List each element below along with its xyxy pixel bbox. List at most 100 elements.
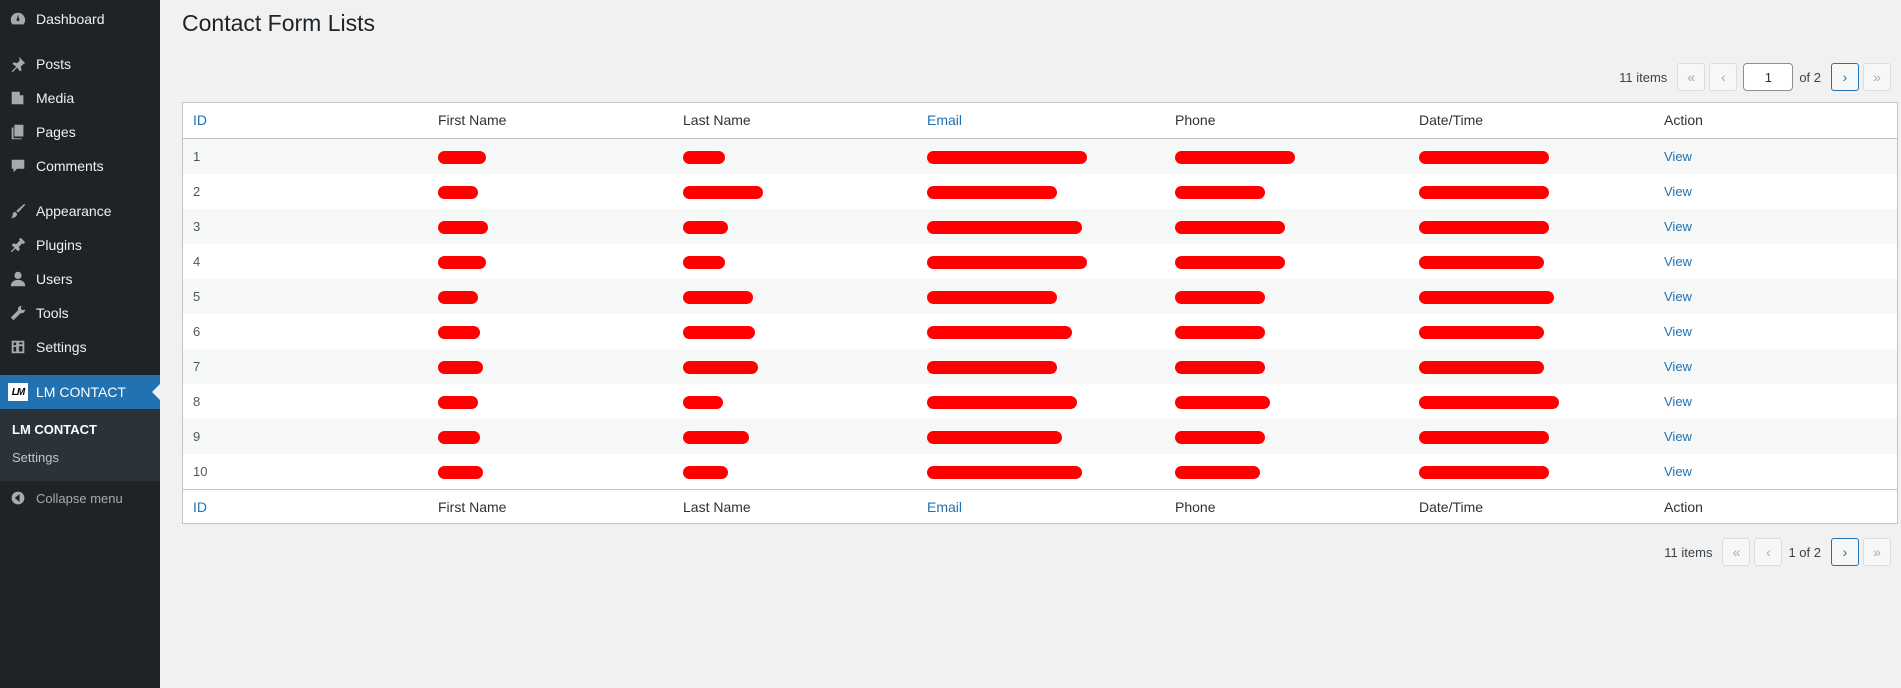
sidebar-item-media[interactable]: Media — [0, 81, 160, 115]
view-link[interactable]: View — [1664, 429, 1692, 444]
table-row: 5 View — [183, 278, 1897, 314]
sidebar-item-pages[interactable]: Pages — [0, 115, 160, 149]
table-footer-row: ID First Name Last Name Email Phone Date… — [183, 488, 1897, 524]
column-header-email[interactable]: Email — [917, 103, 1165, 139]
sidebar-item-label: Tools — [36, 305, 69, 321]
items-count: 11 items — [1664, 544, 1713, 560]
page-title: Contact Form Lists — [182, 10, 375, 36]
sidebar-item-comments[interactable]: Comments — [0, 149, 160, 183]
cell-last-name — [673, 348, 917, 384]
cell-datetime — [1409, 138, 1654, 174]
column-footer-id[interactable]: ID — [183, 488, 428, 524]
redaction-mark — [1419, 220, 1549, 234]
cell-last-name — [673, 453, 917, 489]
view-link[interactable]: View — [1664, 394, 1692, 409]
pages-icon — [0, 123, 36, 141]
prev-page-button: ‹ — [1709, 63, 1738, 91]
table-row: 9 View — [183, 418, 1897, 454]
redaction-mark — [683, 185, 763, 199]
first-page-button: « — [1677, 63, 1706, 91]
redaction-mark — [438, 395, 478, 409]
redaction-mark — [927, 150, 1087, 164]
cell-email — [917, 243, 1165, 279]
view-link[interactable]: View — [1664, 184, 1692, 199]
cell-last-name — [673, 138, 917, 174]
sidebar-item-label: Dashboard — [36, 11, 105, 27]
view-link[interactable]: View — [1664, 324, 1692, 339]
cell-first-name — [428, 138, 673, 174]
redaction-mark — [1419, 290, 1554, 304]
cell-id: 7 — [183, 348, 428, 384]
cell-datetime — [1409, 418, 1654, 454]
sidebar-item-dashboard[interactable]: Dashboard — [0, 2, 160, 36]
view-link[interactable]: View — [1664, 149, 1692, 164]
column-header-first-name: First Name — [428, 103, 673, 139]
sidebar-item-settings[interactable]: Settings — [0, 330, 160, 364]
cell-first-name — [428, 418, 673, 454]
redaction-mark — [1175, 255, 1285, 269]
view-link[interactable]: View — [1664, 254, 1692, 269]
redaction-mark — [1419, 150, 1549, 164]
column-header-phone: Phone — [1165, 103, 1409, 139]
cell-last-name — [673, 418, 917, 454]
prev-page-button: ‹ — [1754, 538, 1783, 566]
sidebar-item-posts[interactable]: Posts — [0, 47, 160, 81]
cell-action: View — [1654, 453, 1897, 489]
sidebar-item-lm-contact[interactable]: LM LM CONTACT — [0, 375, 160, 409]
table-header-row: ID First Name Last Name Email Phone Date… — [183, 103, 1897, 139]
cell-phone — [1165, 383, 1409, 419]
cell-action: View — [1654, 173, 1897, 209]
sidebar-item-label: Appearance — [36, 203, 112, 219]
view-link[interactable]: View — [1664, 289, 1692, 304]
cell-datetime — [1409, 453, 1654, 489]
page-status-text: 1 of 2 — [1788, 544, 1821, 560]
cell-id: 2 — [183, 173, 428, 209]
column-header-id[interactable]: ID — [183, 103, 428, 139]
table-row: 8 View — [183, 383, 1897, 419]
table-row: 7 View — [183, 348, 1897, 384]
sidebar-item-users[interactable]: Users — [0, 262, 160, 296]
column-header-action: Action — [1654, 103, 1897, 139]
cell-phone — [1165, 348, 1409, 384]
view-link[interactable]: View — [1664, 464, 1692, 479]
cell-action: View — [1654, 243, 1897, 279]
media-icon — [0, 89, 36, 107]
cell-datetime — [1409, 278, 1654, 314]
cell-id: 5 — [183, 278, 428, 314]
cell-datetime — [1409, 348, 1654, 384]
cell-last-name — [673, 208, 917, 244]
redaction-mark — [1419, 395, 1559, 409]
cell-email — [917, 138, 1165, 174]
user-icon — [0, 270, 36, 288]
sidebar-item-label: Media — [36, 90, 75, 106]
view-link[interactable]: View — [1664, 359, 1692, 374]
table-row: 3 View — [183, 208, 1897, 244]
cell-phone — [1165, 138, 1409, 174]
redaction-mark — [1419, 360, 1544, 374]
redaction-mark — [1175, 465, 1260, 479]
redaction-mark — [683, 255, 725, 269]
cell-first-name — [428, 453, 673, 489]
view-link[interactable]: View — [1664, 219, 1692, 234]
redaction-mark — [927, 325, 1072, 339]
next-page-button[interactable]: › — [1831, 538, 1859, 566]
submenu-item-settings[interactable]: Settings — [12, 450, 59, 465]
column-footer-email[interactable]: Email — [917, 488, 1165, 524]
collapse-menu-button[interactable]: Collapse menu — [0, 486, 160, 510]
cell-action: View — [1654, 208, 1897, 244]
redaction-mark — [1175, 150, 1295, 164]
cell-id: 9 — [183, 418, 428, 454]
redaction-mark — [438, 325, 480, 339]
next-page-button[interactable]: › — [1831, 63, 1859, 91]
cell-email — [917, 453, 1165, 489]
sidebar-item-tools[interactable]: Tools — [0, 296, 160, 330]
redaction-mark — [683, 360, 758, 374]
sidebar-item-appearance[interactable]: Appearance — [0, 194, 160, 228]
redaction-mark — [438, 290, 478, 304]
redaction-mark — [1175, 220, 1285, 234]
current-page-input[interactable] — [1743, 63, 1794, 91]
column-header-datetime: Date/Time — [1409, 103, 1654, 139]
sidebar-item-plugins[interactable]: Plugins — [0, 228, 160, 262]
redaction-mark — [1175, 430, 1265, 444]
submenu-item-lm-contact[interactable]: LM CONTACT — [12, 422, 97, 437]
